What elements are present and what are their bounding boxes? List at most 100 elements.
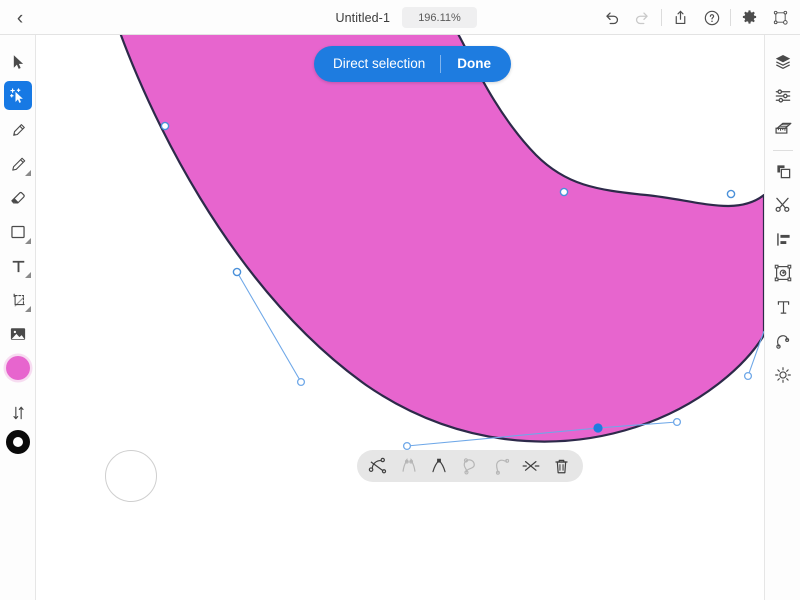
- close-path-icon: [463, 458, 475, 475]
- delete-anchor-icon: [522, 461, 540, 471]
- split-path-button[interactable]: [396, 453, 422, 479]
- undo-button[interactable]: [596, 0, 627, 35]
- tool-pen[interactable]: [0, 113, 36, 147]
- handle-knob[interactable]: [296, 377, 306, 387]
- duplicate-icon: [776, 164, 790, 178]
- anchor-point[interactable]: [726, 189, 736, 199]
- gear-icon: [742, 10, 757, 24]
- chevron-left-icon: ‹: [16, 7, 24, 29]
- touch-ring: [105, 450, 157, 502]
- panel-layers[interactable]: [765, 45, 800, 79]
- tool-submenu-indicator: [25, 306, 31, 312]
- tool-shape[interactable]: [0, 215, 36, 249]
- cog-settings-icon: [775, 367, 791, 383]
- tool-transform[interactable]: [0, 283, 36, 317]
- crop-transform-icon: [13, 293, 25, 306]
- right-toolbar-divider: [772, 150, 793, 151]
- page-title: Untitled-1: [335, 10, 390, 25]
- pencil-icon: [11, 157, 25, 171]
- pen-icon: [12, 123, 25, 136]
- direct-selection-icon: [10, 88, 23, 103]
- tool-submenu-indicator: [25, 238, 31, 244]
- zoom-level-label: 196.11%: [418, 11, 461, 24]
- panel-ruler[interactable]: [765, 113, 800, 147]
- tool-direct-selection[interactable]: [0, 79, 36, 113]
- handle-knob[interactable]: [402, 441, 412, 451]
- open-path-button[interactable]: [488, 453, 514, 479]
- panel-free-transform[interactable]: [765, 256, 800, 290]
- tool-place-image[interactable]: [0, 317, 36, 351]
- ruler-grid-icon: [774, 122, 791, 134]
- back-button[interactable]: ‹: [5, 3, 35, 33]
- tool-pencil[interactable]: [0, 147, 36, 181]
- top-bar-actions: [596, 0, 796, 35]
- anchor-point[interactable]: [559, 187, 569, 197]
- fill-color-circle: [6, 356, 30, 380]
- path-edit-toolbar: [357, 450, 583, 482]
- panel-cut-path[interactable]: [765, 188, 800, 222]
- top-bar: ‹ Untitled-1 196.11%: [0, 0, 800, 35]
- join-anchors-button[interactable]: [426, 453, 452, 479]
- tool-eraser[interactable]: [0, 181, 36, 215]
- trash-icon: [555, 459, 568, 473]
- panel-align[interactable]: [765, 222, 800, 256]
- illustrator-draw-app: ‹ Untitled-1 196.11% Direct selection Do…: [0, 0, 800, 600]
- panel-settings[interactable]: [765, 358, 800, 392]
- redo-icon: [635, 12, 648, 25]
- share-button[interactable]: [665, 0, 696, 35]
- done-button[interactable]: Done: [441, 57, 511, 71]
- panel-adjust[interactable]: [765, 79, 800, 113]
- pink-crescent-path[interactable]: [118, 35, 764, 443]
- redo-button[interactable]: [627, 0, 658, 35]
- transform-button[interactable]: [765, 0, 796, 35]
- image-icon: [10, 328, 26, 340]
- fill-swatch[interactable]: [0, 356, 36, 396]
- tool-submenu-indicator: [25, 170, 31, 176]
- undo-icon: [606, 12, 619, 25]
- close-path-button[interactable]: [457, 453, 483, 479]
- text-icon: [12, 260, 24, 272]
- layers-icon: [775, 54, 791, 69]
- drawing-canvas[interactable]: [36, 35, 764, 600]
- rectangle-icon: [11, 225, 25, 239]
- mode-popup: Direct selection Done: [314, 46, 512, 82]
- convert-anchor-button[interactable]: [365, 453, 391, 479]
- stroke-swatch[interactable]: [0, 430, 36, 466]
- text-tool-icon: [777, 300, 789, 314]
- direct-selection-mode-label[interactable]: Direct selection: [314, 57, 440, 71]
- left-toolbar: [0, 35, 36, 600]
- tool-type[interactable]: [0, 249, 36, 283]
- delete-path-button[interactable]: [549, 453, 575, 479]
- tool-selection[interactable]: [0, 45, 36, 79]
- open-path-icon: [495, 458, 509, 475]
- transform-handles-icon: [773, 10, 788, 25]
- help-icon: [704, 10, 719, 25]
- panel-duplicate[interactable]: [765, 154, 800, 188]
- right-toolbar: [764, 35, 800, 600]
- vector-artwork: [118, 35, 764, 451]
- share-icon: [675, 10, 686, 25]
- toolbar-divider: [661, 9, 662, 26]
- delete-anchor-button[interactable]: [518, 453, 544, 479]
- panel-path[interactable]: [765, 324, 800, 358]
- swap-arrows-icon: [12, 406, 24, 420]
- zoom-level-badge[interactable]: 196.11%: [402, 7, 477, 28]
- anchor-point[interactable]: [232, 267, 242, 277]
- sliders-icon: [775, 89, 791, 103]
- scissors-icon: [775, 197, 790, 212]
- path-curve-icon: [776, 335, 790, 349]
- convert-anchor-icon: [369, 457, 387, 474]
- anchor-point[interactable]: [160, 121, 170, 131]
- swap-fill-stroke-button[interactable]: [0, 396, 36, 430]
- handle-knob[interactable]: [672, 417, 682, 427]
- eraser-icon: [11, 192, 25, 204]
- tool-submenu-indicator: [25, 272, 31, 278]
- selected-anchor-point[interactable]: [593, 423, 603, 433]
- help-button[interactable]: [696, 0, 727, 35]
- handle-knob[interactable]: [743, 371, 753, 381]
- settings-button[interactable]: [734, 0, 765, 35]
- split-path-icon: [402, 458, 416, 472]
- toolbar-divider: [730, 9, 731, 26]
- panel-text[interactable]: [765, 290, 800, 324]
- cursor-arrow-icon: [13, 54, 23, 69]
